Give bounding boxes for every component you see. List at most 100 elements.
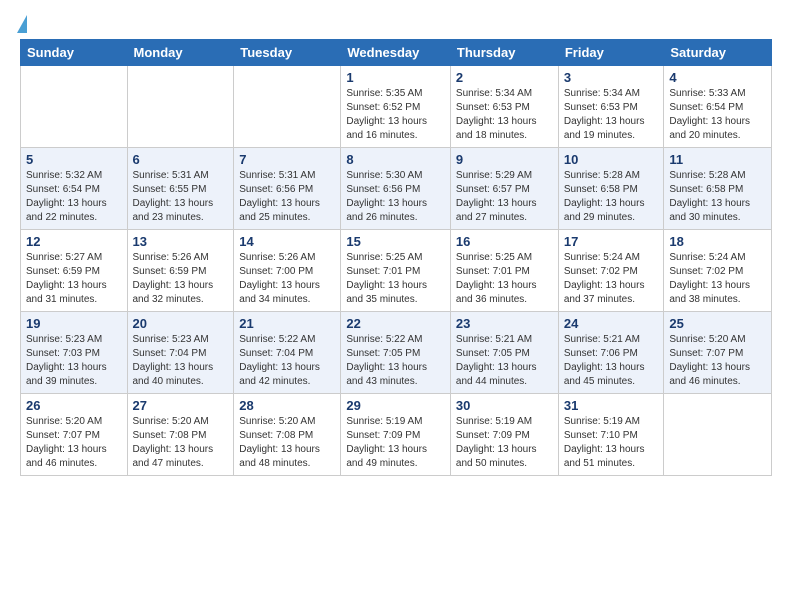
day-info: Sunrise: 5:20 AM Sunset: 7:07 PM Dayligh…	[26, 415, 122, 471]
calendar-cell: 24 Sunrise: 5:21 AM Sunset: 7:06 PM Dayli…	[558, 312, 664, 394]
day-number: 25	[669, 316, 766, 331]
day-info: Sunrise: 5:29 AM Sunset: 6:57 PM Dayligh…	[456, 169, 553, 225]
calendar-cell: 19 Sunrise: 5:23 AM Sunset: 7:03 PM Dayli…	[21, 312, 128, 394]
calendar-cell: 9Sunrise: 5:29 AM Sunset: 6:57 PM Daylig…	[450, 148, 558, 230]
col-header-monday: Monday	[127, 40, 234, 66]
day-number: 26	[26, 398, 122, 413]
day-number: 16	[456, 234, 553, 249]
col-header-saturday: Saturday	[664, 40, 772, 66]
day-info: Sunrise: 5:21 AM Sunset: 7:06 PM Dayligh…	[564, 333, 659, 389]
day-number: 2	[456, 70, 553, 85]
calendar-cell: 7 Sunrise: 5:31 AM Sunset: 6:56 PM Daylig…	[234, 148, 341, 230]
calendar-cell: 4 Sunrise: 5:33 AM Sunset: 6:54 PM Daylig…	[664, 66, 772, 148]
day-number: 29	[346, 398, 445, 413]
calendar-cell: 18Sunrise: 5:24 AM Sunset: 7:02 PM Dayli…	[664, 230, 772, 312]
calendar-cell: 30 Sunrise: 5:19 AM Sunset: 7:09 PM Dayli…	[450, 394, 558, 476]
day-info: Sunrise: 5:27 AM Sunset: 6:59 PM Dayligh…	[26, 251, 122, 307]
calendar-cell: 11 Sunrise: 5:28 AM Sunset: 6:58 PM Dayli…	[664, 148, 772, 230]
calendar-cell: 17 Sunrise: 5:24 AM Sunset: 7:02 PM Dayli…	[558, 230, 664, 312]
day-number: 6	[133, 152, 229, 167]
calendar-cell: 29 Sunrise: 5:19 AM Sunset: 7:09 PM Dayli…	[341, 394, 451, 476]
day-number: 10	[564, 152, 659, 167]
calendar-cell	[127, 66, 234, 148]
week-row-4: 19 Sunrise: 5:23 AM Sunset: 7:03 PM Dayli…	[21, 312, 772, 394]
calendar-cell: 10 Sunrise: 5:28 AM Sunset: 6:58 PM Dayli…	[558, 148, 664, 230]
day-info: Sunrise: 5:21 AM Sunset: 7:05 PM Dayligh…	[456, 333, 553, 389]
calendar-cell: 16Sunrise: 5:25 AM Sunset: 7:01 PM Dayli…	[450, 230, 558, 312]
day-info: Sunrise: 5:25 AM Sunset: 7:01 PM Dayligh…	[346, 251, 445, 307]
calendar-cell: 1 Sunrise: 5:35 AM Sunset: 6:52 PM Daylig…	[341, 66, 451, 148]
day-number: 1	[346, 70, 445, 85]
day-info: Sunrise: 5:33 AM Sunset: 6:54 PM Dayligh…	[669, 87, 766, 143]
col-header-tuesday: Tuesday	[234, 40, 341, 66]
calendar-cell: 22Sunrise: 5:22 AM Sunset: 7:05 PM Dayli…	[341, 312, 451, 394]
day-number: 21	[239, 316, 335, 331]
day-number: 30	[456, 398, 553, 413]
day-info: Sunrise: 5:24 AM Sunset: 7:02 PM Dayligh…	[669, 251, 766, 307]
day-info: Sunrise: 5:19 AM Sunset: 7:09 PM Dayligh…	[346, 415, 445, 471]
day-number: 31	[564, 398, 659, 413]
calendar-cell: 28 Sunrise: 5:20 AM Sunset: 7:08 PM Dayli…	[234, 394, 341, 476]
calendar-header-row: SundayMondayTuesdayWednesdayThursdayFrid…	[21, 40, 772, 66]
day-info: Sunrise: 5:31 AM Sunset: 6:55 PM Dayligh…	[133, 169, 229, 225]
day-info: Sunrise: 5:34 AM Sunset: 6:53 PM Dayligh…	[564, 87, 659, 143]
page: SundayMondayTuesdayWednesdayThursdayFrid…	[0, 0, 792, 491]
day-number: 15	[346, 234, 445, 249]
calendar-cell: 25 Sunrise: 5:20 AM Sunset: 7:07 PM Dayli…	[664, 312, 772, 394]
day-info: Sunrise: 5:26 AM Sunset: 6:59 PM Dayligh…	[133, 251, 229, 307]
day-number: 7	[239, 152, 335, 167]
calendar-cell: 26 Sunrise: 5:20 AM Sunset: 7:07 PM Dayli…	[21, 394, 128, 476]
day-info: Sunrise: 5:19 AM Sunset: 7:10 PM Dayligh…	[564, 415, 659, 471]
day-info: Sunrise: 5:32 AM Sunset: 6:54 PM Dayligh…	[26, 169, 122, 225]
day-number: 19	[26, 316, 122, 331]
calendar-cell	[664, 394, 772, 476]
col-header-thursday: Thursday	[450, 40, 558, 66]
col-header-sunday: Sunday	[21, 40, 128, 66]
calendar-cell: 15 Sunrise: 5:25 AM Sunset: 7:01 PM Dayli…	[341, 230, 451, 312]
day-number: 17	[564, 234, 659, 249]
day-info: Sunrise: 5:23 AM Sunset: 7:04 PM Dayligh…	[133, 333, 229, 389]
week-row-2: 5 Sunrise: 5:32 AM Sunset: 6:54 PM Daylig…	[21, 148, 772, 230]
calendar-cell: 27Sunrise: 5:20 AM Sunset: 7:08 PM Dayli…	[127, 394, 234, 476]
day-info: Sunrise: 5:34 AM Sunset: 6:53 PM Dayligh…	[456, 87, 553, 143]
day-number: 20	[133, 316, 229, 331]
day-number: 8	[346, 152, 445, 167]
header	[20, 15, 772, 29]
calendar-cell: 20 Sunrise: 5:23 AM Sunset: 7:04 PM Dayli…	[127, 312, 234, 394]
logo	[20, 15, 27, 29]
calendar-cell: 23Sunrise: 5:21 AM Sunset: 7:05 PM Dayli…	[450, 312, 558, 394]
week-row-1: 1 Sunrise: 5:35 AM Sunset: 6:52 PM Daylig…	[21, 66, 772, 148]
day-number: 5	[26, 152, 122, 167]
day-info: Sunrise: 5:31 AM Sunset: 6:56 PM Dayligh…	[239, 169, 335, 225]
day-info: Sunrise: 5:24 AM Sunset: 7:02 PM Dayligh…	[564, 251, 659, 307]
calendar-cell: 8 Sunrise: 5:30 AM Sunset: 6:56 PM Daylig…	[341, 148, 451, 230]
day-number: 14	[239, 234, 335, 249]
day-info: Sunrise: 5:26 AM Sunset: 7:00 PM Dayligh…	[239, 251, 335, 307]
day-number: 4	[669, 70, 766, 85]
day-info: Sunrise: 5:19 AM Sunset: 7:09 PM Dayligh…	[456, 415, 553, 471]
calendar-cell	[21, 66, 128, 148]
week-row-5: 26 Sunrise: 5:20 AM Sunset: 7:07 PM Dayli…	[21, 394, 772, 476]
logo-arrow-icon	[17, 15, 27, 33]
day-info: Sunrise: 5:23 AM Sunset: 7:03 PM Dayligh…	[26, 333, 122, 389]
day-info: Sunrise: 5:30 AM Sunset: 6:56 PM Dayligh…	[346, 169, 445, 225]
day-info: Sunrise: 5:28 AM Sunset: 6:58 PM Dayligh…	[564, 169, 659, 225]
col-header-wednesday: Wednesday	[341, 40, 451, 66]
calendar: SundayMondayTuesdayWednesdayThursdayFrid…	[20, 39, 772, 476]
col-header-friday: Friday	[558, 40, 664, 66]
day-number: 11	[669, 152, 766, 167]
day-info: Sunrise: 5:20 AM Sunset: 7:08 PM Dayligh…	[239, 415, 335, 471]
calendar-cell: 21Sunrise: 5:22 AM Sunset: 7:04 PM Dayli…	[234, 312, 341, 394]
calendar-cell: 31 Sunrise: 5:19 AM Sunset: 7:10 PM Dayli…	[558, 394, 664, 476]
day-number: 3	[564, 70, 659, 85]
day-info: Sunrise: 5:35 AM Sunset: 6:52 PM Dayligh…	[346, 87, 445, 143]
calendar-cell: 3 Sunrise: 5:34 AM Sunset: 6:53 PM Daylig…	[558, 66, 664, 148]
week-row-3: 12Sunrise: 5:27 AM Sunset: 6:59 PM Dayli…	[21, 230, 772, 312]
day-info: Sunrise: 5:28 AM Sunset: 6:58 PM Dayligh…	[669, 169, 766, 225]
day-number: 27	[133, 398, 229, 413]
day-info: Sunrise: 5:20 AM Sunset: 7:07 PM Dayligh…	[669, 333, 766, 389]
calendar-cell: 5 Sunrise: 5:32 AM Sunset: 6:54 PM Daylig…	[21, 148, 128, 230]
day-number: 24	[564, 316, 659, 331]
day-number: 28	[239, 398, 335, 413]
calendar-cell: 12Sunrise: 5:27 AM Sunset: 6:59 PM Dayli…	[21, 230, 128, 312]
